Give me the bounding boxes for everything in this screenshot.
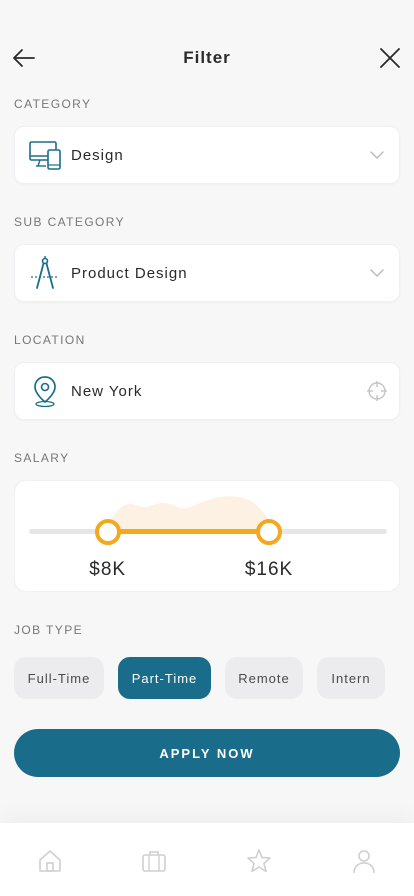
job-type-remote[interactable]: Remote xyxy=(225,657,303,699)
sub-category-label: SUB CATEGORY xyxy=(14,215,126,229)
salary-label: SALARY xyxy=(14,451,70,465)
category-select[interactable]: Design xyxy=(14,126,400,184)
sub-category-select[interactable]: Product Design xyxy=(14,244,400,302)
profile-icon[interactable] xyxy=(350,847,378,875)
filter-screen: Filter CATEGORY Design SUB CATEGORY Prod… xyxy=(0,0,414,896)
salary-max-value: $16K xyxy=(244,559,294,580)
slider-min-handle[interactable] xyxy=(94,519,121,545)
location-label: LOCATION xyxy=(14,333,86,347)
location-value: New York xyxy=(71,382,143,400)
close-icon xyxy=(380,48,400,68)
salary-min-value: $8K xyxy=(89,559,127,580)
home-icon[interactable] xyxy=(36,847,64,875)
job-type-intern[interactable]: Intern xyxy=(317,657,385,699)
job-type-options: Full-Time Part-Time Remote Intern xyxy=(14,657,400,699)
chevron-down-icon xyxy=(365,143,389,167)
salary-range-slider: $8K $16K xyxy=(14,480,400,592)
sub-category-value: Product Design xyxy=(71,264,188,282)
slider-range-fill xyxy=(107,529,269,534)
devices-icon xyxy=(27,137,63,173)
job-type-full-time[interactable]: Full-Time xyxy=(14,657,104,699)
close-button[interactable] xyxy=(374,42,406,74)
page-title: Filter xyxy=(183,48,231,67)
job-type-label: JOB TYPE xyxy=(14,623,83,637)
chevron-down-icon xyxy=(365,261,389,285)
apply-now-button[interactable]: APPLY NOW xyxy=(14,729,400,777)
category-label: CATEGORY xyxy=(14,97,92,111)
map-pin-icon xyxy=(27,373,63,409)
crosshair-icon[interactable] xyxy=(365,379,389,403)
header: Filter xyxy=(0,34,414,82)
star-icon[interactable] xyxy=(245,847,273,875)
drafting-compass-icon xyxy=(27,255,63,291)
slider-max-handle[interactable] xyxy=(255,519,282,545)
briefcase-icon[interactable] xyxy=(140,847,168,875)
bottom-navigation xyxy=(0,823,414,896)
location-input[interactable]: New York xyxy=(14,362,400,420)
category-value: Design xyxy=(71,146,124,164)
job-type-part-time[interactable]: Part-Time xyxy=(118,657,211,699)
